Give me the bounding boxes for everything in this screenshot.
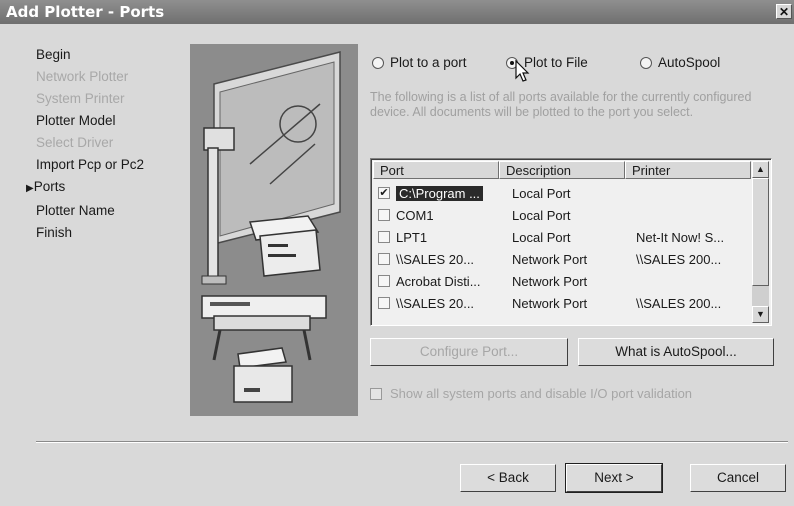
port-name: Acrobat Disti... <box>396 273 481 289</box>
plotter-illustration <box>190 44 358 416</box>
separator <box>36 441 788 443</box>
ports-list[interactable]: Port Description Printer ✔ C:\Program ..… <box>370 158 772 326</box>
ports-list-scrollbar[interactable]: ▲ ▼ <box>752 161 769 323</box>
column-port[interactable]: Port <box>373 161 499 179</box>
current-step-arrow-icon: ▶ <box>26 183 34 194</box>
step-finish: Finish <box>36 225 73 240</box>
wizard-steps: Begin Network Plotter System Printer Plo… <box>26 44 145 244</box>
port-row[interactable]: LPT1 Local Port Net-It Now! S... <box>373 226 766 248</box>
step-plotter-model: Plotter Model <box>36 113 116 128</box>
show-all-ports-option[interactable]: Show all system ports and disable I/O po… <box>370 386 692 401</box>
mouse-cursor-icon <box>515 60 530 82</box>
port-description: Network Port <box>512 295 588 311</box>
port-description: Network Port <box>512 273 588 289</box>
configure-port-button[interactable]: Configure Port... <box>370 338 568 366</box>
scroll-up-icon[interactable]: ▲ <box>752 161 769 178</box>
step-network-plotter: Network Plotter <box>36 69 129 84</box>
column-description[interactable]: Description <box>499 161 625 179</box>
scroll-down-icon[interactable]: ▼ <box>752 306 769 323</box>
port-name: \\SALES 20... <box>396 295 475 311</box>
step-ports: ▶Ports <box>26 176 144 200</box>
step-system-printer: System Printer <box>36 91 125 106</box>
port-name: LPT1 <box>396 229 428 245</box>
step-select-driver: Select Driver <box>36 135 114 150</box>
step-plotter-name: Plotter Name <box>36 203 115 218</box>
port-description: Network Port <box>512 251 588 267</box>
checkbox-checked-icon[interactable]: ✔ <box>378 187 390 199</box>
checkbox-icon[interactable] <box>378 231 390 243</box>
back-button[interactable]: < Back <box>460 464 556 492</box>
next-button[interactable]: Next > <box>565 463 663 493</box>
radio-plot-to-port[interactable]: Plot to a port <box>372 55 467 70</box>
port-description: Local Port <box>512 207 571 223</box>
port-printer: Net-It Now! S... <box>636 229 725 245</box>
port-printer: \\SALES 200... <box>636 295 722 311</box>
step-begin: Begin <box>36 47 71 62</box>
plotter-illustration-icon <box>190 44 358 416</box>
radio-autospool[interactable]: AutoSpool <box>640 55 720 70</box>
column-printer[interactable]: Printer <box>625 161 751 179</box>
step-import-pcp: Import Pcp or Pc2 <box>36 157 145 172</box>
show-all-ports-label: Show all system ports and disable I/O po… <box>390 386 693 401</box>
title-bar[interactable]: Add Plotter - Ports ✕ <box>0 0 794 24</box>
radio-icon[interactable] <box>372 56 384 69</box>
port-name: COM1 <box>396 207 434 223</box>
port-printer: \\SALES 200... <box>636 251 722 267</box>
checkbox-icon[interactable] <box>370 387 382 400</box>
port-row[interactable]: \\SALES 20... Network Port \\SALES 200..… <box>373 292 766 314</box>
port-row[interactable]: ✔ C:\Program ... Local Port <box>373 182 766 204</box>
radio-icon[interactable] <box>640 56 652 69</box>
checkbox-icon[interactable] <box>378 297 390 309</box>
checkbox-icon[interactable] <box>378 209 390 221</box>
window-title: Add Plotter - Ports <box>6 3 165 21</box>
cancel-button[interactable]: Cancel <box>690 464 786 492</box>
radio-plot-to-port-label: Plot to a port <box>390 55 467 70</box>
ports-list-header: Port Description Printer <box>373 161 751 181</box>
port-description: Local Port <box>512 185 571 201</box>
add-plotter-dialog: Add Plotter - Ports ✕ Begin Network Plot… <box>0 0 794 506</box>
radio-autospool-label: AutoSpool <box>658 55 721 70</box>
port-row[interactable]: Acrobat Disti... Network Port <box>373 270 766 292</box>
checkbox-icon[interactable] <box>378 275 390 287</box>
what-is-autospool-button[interactable]: What is AutoSpool... <box>578 338 774 366</box>
port-name: \\SALES 20... <box>396 251 475 267</box>
close-button[interactable]: ✕ <box>776 4 792 19</box>
port-description: Local Port <box>512 229 571 245</box>
radio-plot-to-file-label: Plot to File <box>524 55 588 70</box>
port-row[interactable]: COM1 Local Port <box>373 204 766 226</box>
ports-description: The following is a list of all ports ava… <box>370 90 752 119</box>
checkbox-icon[interactable] <box>378 253 390 265</box>
step-ports-label: Ports <box>33 179 66 194</box>
scroll-thumb[interactable] <box>752 178 769 286</box>
port-row[interactable]: \\SALES 20... Network Port \\SALES 200..… <box>373 248 766 270</box>
port-name: C:\Program ... <box>396 185 483 201</box>
